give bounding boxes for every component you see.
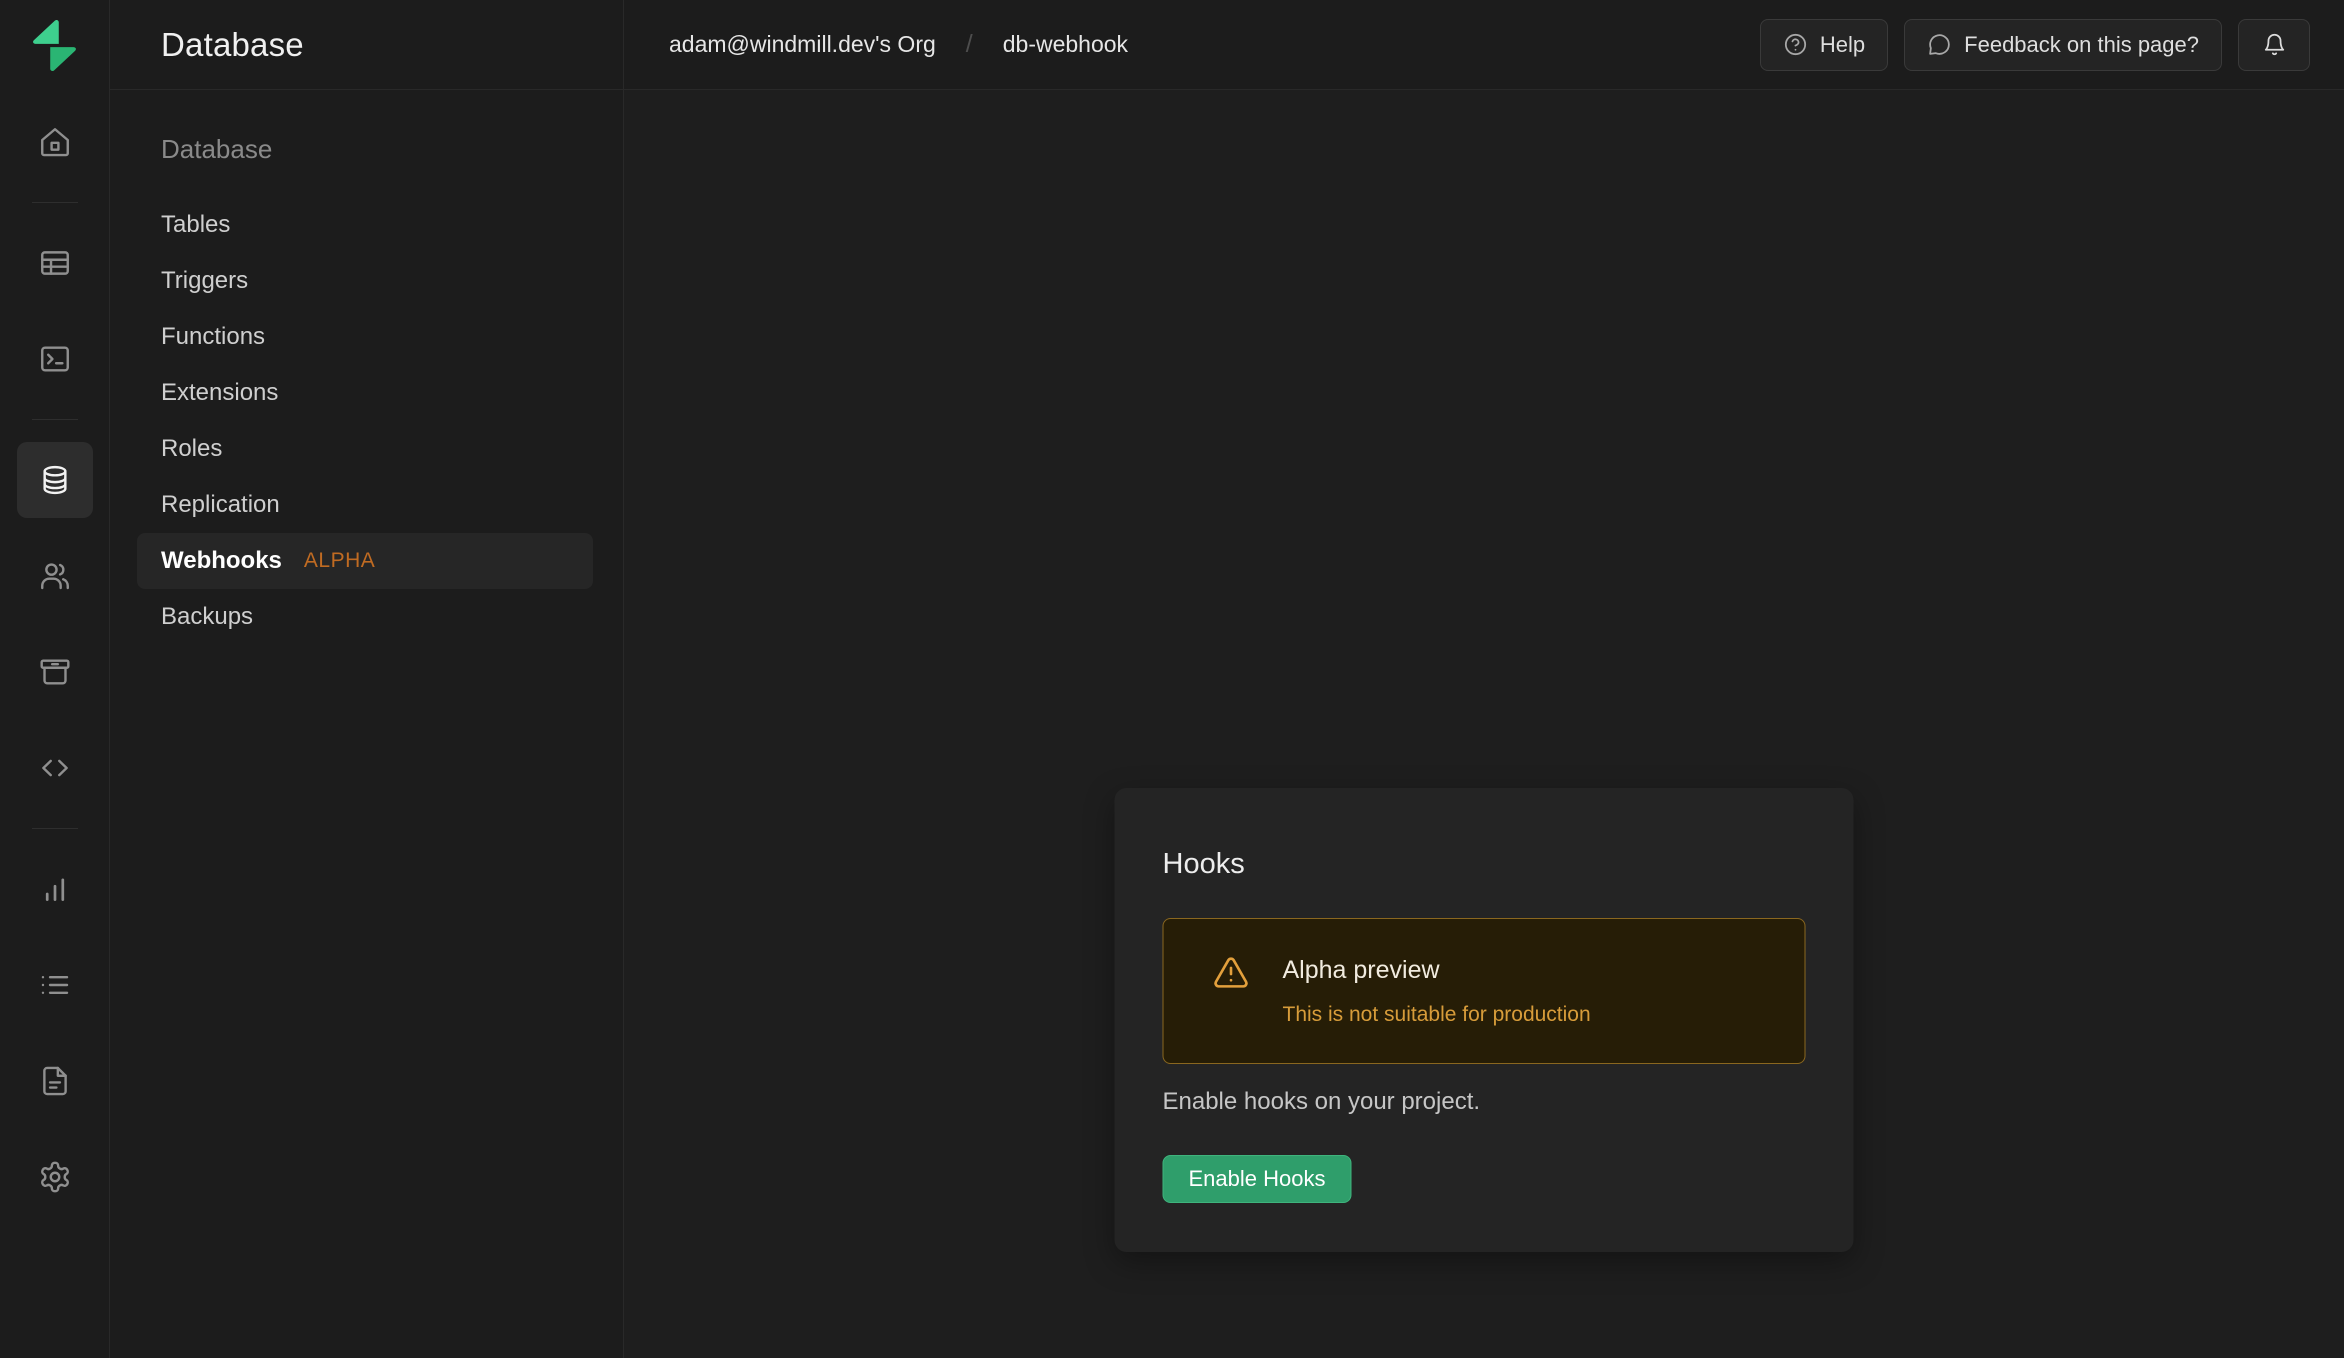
alert-title: Alpha preview: [1283, 952, 1591, 988]
hooks-card-title: Hooks: [1163, 844, 1806, 884]
alert-text: Alpha preview This is not suitable for p…: [1283, 952, 1591, 1030]
supabase-logo[interactable]: [0, 0, 109, 90]
feedback-label: Feedback on this page?: [1964, 32, 2199, 58]
hooks-card: Hooks Alpha preview This is not suitable…: [1115, 788, 1854, 1252]
database-sidebar: Database Tables Triggers Functions Exten…: [110, 90, 624, 1358]
settings-gear-icon[interactable]: [17, 1139, 93, 1215]
table-editor-icon[interactable]: [17, 225, 93, 301]
breadcrumb: adam@windmill.dev's Org / db-webhook: [669, 30, 1128, 59]
alpha-preview-alert: Alpha preview This is not suitable for p…: [1163, 918, 1806, 1064]
sidebar-section-title: Database: [161, 134, 623, 165]
sidebar-item-label: Backups: [161, 603, 253, 631]
header-right: adam@windmill.dev's Org / db-webhook Hel…: [624, 0, 2344, 89]
sidebar-menu: Tables Triggers Functions Extensions Rol…: [110, 197, 623, 645]
main-content: Hooks Alpha preview This is not suitable…: [624, 90, 2344, 1358]
hooks-card-body-text: Enable hooks on your project.: [1163, 1086, 1806, 1118]
sidebar-item-backups[interactable]: Backups: [137, 589, 593, 645]
supabase-bolt-icon: [26, 17, 83, 74]
breadcrumb-org[interactable]: adam@windmill.dev's Org: [669, 31, 936, 58]
sidebar-item-functions[interactable]: Functions: [137, 309, 593, 365]
rail-divider: [32, 828, 78, 829]
sidebar-item-label: Replication: [161, 491, 280, 519]
sidebar-item-label: Extensions: [161, 379, 278, 407]
notifications-button[interactable]: [2238, 19, 2310, 71]
sidebar-item-triggers[interactable]: Triggers: [137, 253, 593, 309]
home-icon[interactable]: [17, 104, 93, 180]
sidebar-item-label: Functions: [161, 323, 265, 351]
sidebar-item-replication[interactable]: Replication: [137, 477, 593, 533]
sql-editor-icon[interactable]: [17, 321, 93, 397]
rail-divider: [32, 419, 78, 420]
sidebar-item-label: Webhooks: [161, 547, 282, 575]
sidebar-item-webhooks[interactable]: Webhooks ALPHA: [137, 533, 593, 589]
sidebar-item-tables[interactable]: Tables: [137, 197, 593, 253]
shell: Database adam@windmill.dev's Org / db-we…: [110, 0, 2344, 1358]
bell-icon: [2262, 32, 2287, 57]
header-left: Database: [110, 0, 624, 89]
help-label: Help: [1820, 32, 1865, 58]
api-docs-file-icon[interactable]: [17, 1043, 93, 1119]
page-title: Database: [161, 26, 304, 64]
sidebar-item-extensions[interactable]: Extensions: [137, 365, 593, 421]
edge-functions-code-icon[interactable]: [17, 730, 93, 806]
chat-bubble-icon: [1927, 32, 1952, 57]
app-window: Database adam@windmill.dev's Org / db-we…: [0, 0, 2344, 1358]
sidebar-item-roles[interactable]: Roles: [137, 421, 593, 477]
database-icon[interactable]: [17, 442, 93, 518]
icon-rail: [0, 0, 110, 1358]
alert-description: This is not suitable for production: [1283, 1000, 1591, 1030]
logs-list-icon[interactable]: [17, 947, 93, 1023]
sidebar-item-label: Triggers: [161, 267, 248, 295]
warning-triangle-icon: [1213, 954, 1250, 991]
help-circle-icon: [1783, 32, 1808, 57]
header-actions: Help Feedback on this page?: [1760, 19, 2310, 71]
rail-divider: [32, 202, 78, 203]
help-button[interactable]: Help: [1760, 19, 1888, 71]
alpha-badge: ALPHA: [304, 549, 375, 573]
breadcrumb-separator: /: [966, 30, 973, 59]
top-header: Database adam@windmill.dev's Org / db-we…: [110, 0, 2344, 90]
sidebar-item-label: Tables: [161, 211, 230, 239]
storage-archive-icon[interactable]: [17, 634, 93, 710]
breadcrumb-project[interactable]: db-webhook: [1003, 31, 1128, 58]
rail-nav: [17, 104, 93, 1235]
reports-chart-icon[interactable]: [17, 851, 93, 927]
feedback-button[interactable]: Feedback on this page?: [1904, 19, 2222, 71]
enable-hooks-button[interactable]: Enable Hooks: [1163, 1155, 1352, 1203]
body: Database Tables Triggers Functions Exten…: [110, 90, 2344, 1358]
auth-users-icon[interactable]: [17, 538, 93, 614]
sidebar-item-label: Roles: [161, 435, 222, 463]
